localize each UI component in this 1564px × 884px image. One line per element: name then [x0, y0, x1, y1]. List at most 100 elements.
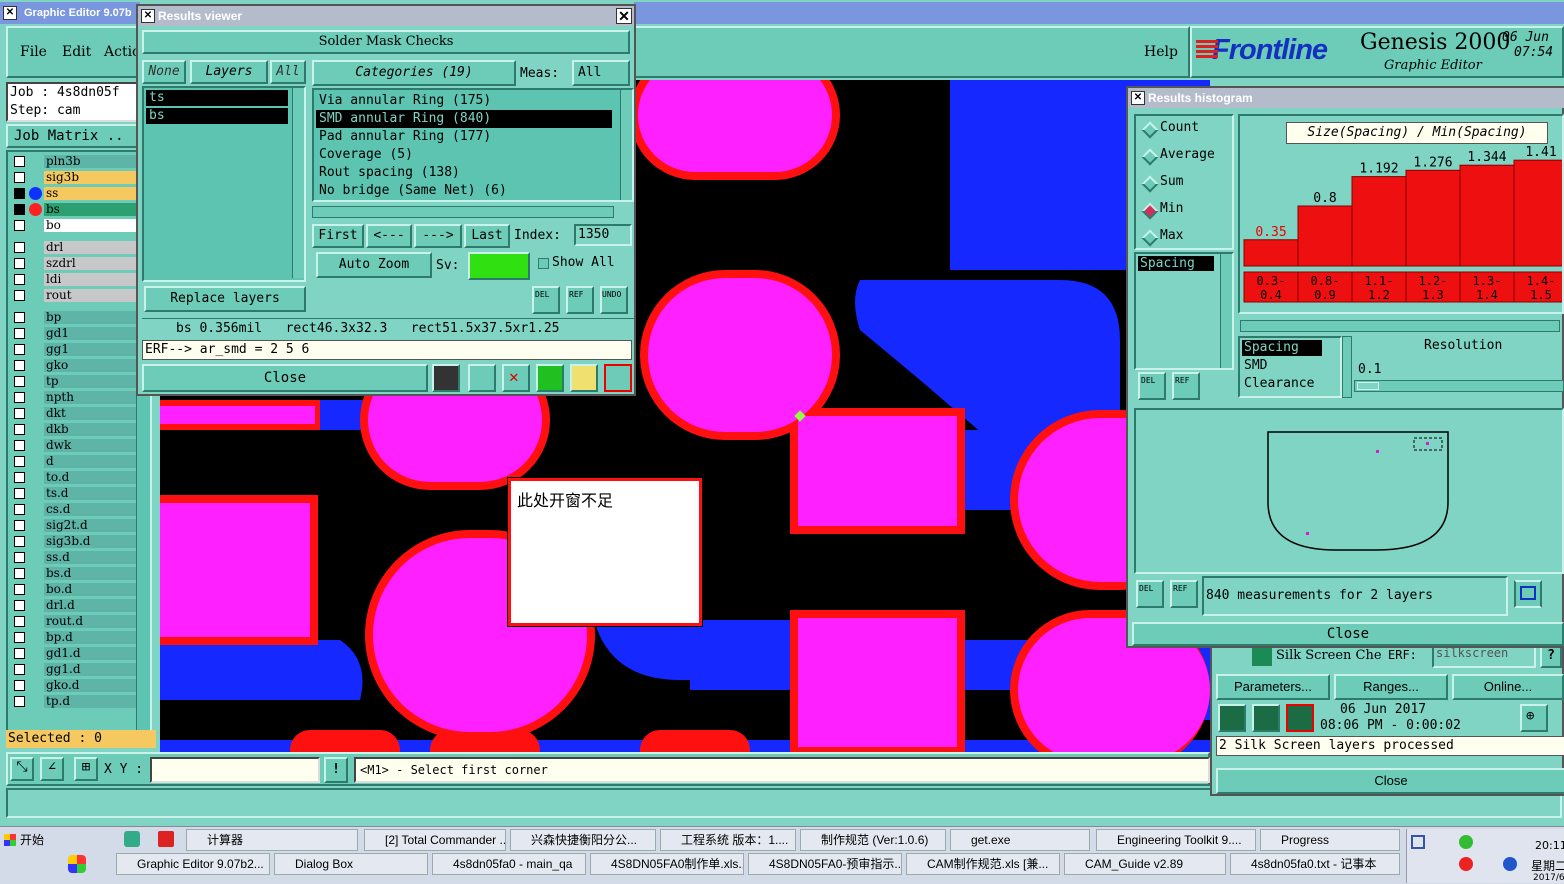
layer-checkbox[interactable]: [14, 172, 25, 183]
quick-launch-icon[interactable]: [68, 855, 86, 873]
layer-checkbox[interactable]: [14, 568, 25, 579]
grid-tool-button[interactable]: ⊞: [74, 757, 98, 781]
hist-del-button[interactable]: DEL: [1138, 372, 1166, 400]
silk-close-button[interactable]: Close: [1216, 768, 1564, 794]
option-radio-min[interactable]: [1141, 202, 1159, 220]
report-icon-1[interactable]: [432, 364, 460, 392]
menu-file[interactable]: File: [20, 44, 47, 60]
layer-checkbox[interactable]: [14, 220, 25, 231]
layer-checkbox[interactable]: [14, 584, 25, 595]
layer-checkbox[interactable]: [14, 344, 25, 355]
layer-row-ts-d[interactable]: ts.d: [10, 486, 136, 501]
layer-checkbox[interactable]: [14, 258, 25, 269]
taskbar-button[interactable]: 4S8DN05FA0制作单.xls...: [590, 853, 744, 875]
measure-type-scrollbar[interactable]: [1342, 336, 1352, 398]
histogram-title-bar[interactable]: ✕ Results histogram: [1128, 88, 1564, 108]
hint-button[interactable]: !: [324, 757, 348, 783]
layer-checkbox[interactable]: [14, 648, 25, 659]
replace-layers-menu[interactable]: Replace layers: [144, 286, 306, 312]
layer-row-tp[interactable]: tp: [10, 374, 136, 389]
layer-row-bo-d[interactable]: bo.d: [10, 582, 136, 597]
layer-row-gd1[interactable]: gd1: [10, 326, 136, 341]
counter-icon[interactable]: [536, 364, 564, 392]
run-icon-1[interactable]: [1218, 704, 1246, 732]
taskbar-button[interactable]: Dialog Box: [274, 853, 428, 875]
type-list-scrollbar[interactable]: [1220, 254, 1232, 368]
online-button[interactable]: Online...: [1452, 674, 1564, 700]
category-item[interactable]: No bridge (Same Net) (6): [316, 182, 612, 200]
quick-launch-icon-2[interactable]: [124, 831, 140, 847]
layer-row-ss[interactable]: ss: [10, 186, 136, 201]
layer-row-tp-d[interactable]: tp.d: [10, 694, 136, 709]
layer-checkbox[interactable]: [14, 488, 25, 499]
category-item[interactable]: Via annular Ring (175): [316, 92, 612, 110]
layer-row-gd1-d[interactable]: gd1.d: [10, 646, 136, 661]
sv-color-select[interactable]: [468, 252, 530, 280]
layer-checkbox[interactable]: [14, 392, 25, 403]
hist2-del-button[interactable]: DEL: [1136, 580, 1164, 608]
resolution-slider[interactable]: [1354, 380, 1564, 392]
del-button[interactable]: DEL: [532, 286, 560, 314]
layer-row-gko-d[interactable]: gko.d: [10, 678, 136, 693]
layer-checkbox[interactable]: [14, 328, 25, 339]
last-button[interactable]: Last: [464, 224, 510, 248]
layer-row-ldi[interactable]: ldi: [10, 272, 136, 287]
layer-checkbox[interactable]: [14, 504, 25, 515]
category-item[interactable]: Coverage (5): [316, 146, 612, 164]
layer-row-rout[interactable]: rout: [10, 288, 136, 303]
layer-checkbox[interactable]: [14, 456, 25, 467]
tray-icon-3[interactable]: [1459, 857, 1473, 871]
board-preview[interactable]: [1134, 408, 1564, 574]
layer-row-ss-d[interactable]: ss.d: [10, 550, 136, 565]
option-radio-average[interactable]: [1141, 148, 1159, 166]
run-icon-3[interactable]: [1286, 704, 1314, 732]
layer-row-rout-d[interactable]: rout.d: [10, 614, 136, 629]
layer-checkbox[interactable]: [14, 664, 25, 675]
histogram-icon[interactable]: [604, 364, 632, 392]
category-item[interactable]: Pad annular Ring (177): [316, 128, 612, 146]
category-scrollbar[interactable]: [620, 90, 632, 200]
tray-icon-1[interactable]: [1411, 835, 1425, 849]
option-radio-sum[interactable]: [1141, 175, 1159, 193]
index-input[interactable]: 1350: [574, 224, 632, 246]
taskbar-button[interactable]: [2] Total Commander ...: [364, 829, 506, 851]
erase-icon[interactable]: ✕: [502, 364, 530, 392]
pdf-icon[interactable]: [158, 831, 174, 847]
zoom-tool-button[interactable]: ⤡: [10, 757, 34, 781]
layer-checkbox[interactable]: [14, 242, 25, 253]
layer-checkbox[interactable]: [14, 632, 25, 643]
option-radio-max[interactable]: [1141, 229, 1159, 247]
layer-checkbox[interactable]: [14, 360, 25, 371]
results-viewer-title-bar[interactable]: ✕ Results viewer ✕: [138, 6, 634, 26]
layer-row-to-d[interactable]: to.d: [10, 470, 136, 485]
layers-all-button[interactable]: All: [270, 60, 306, 84]
taskbar-button[interactable]: 工程系统 版本：1....: [660, 829, 796, 851]
main-title-bar-right[interactable]: [634, 2, 1564, 24]
layers-none-button[interactable]: None: [142, 60, 186, 84]
result-layer-item[interactable]: bs: [146, 108, 288, 124]
layer-checkbox[interactable]: [14, 274, 25, 285]
layer-row-drl-d[interactable]: drl.d: [10, 598, 136, 613]
layer-row-bp-d[interactable]: bp.d: [10, 630, 136, 645]
layer-row-cs-d[interactable]: cs.d: [10, 502, 136, 517]
layer-checkbox[interactable]: [14, 520, 25, 531]
run-icon-2[interactable]: [1252, 704, 1280, 732]
histogram-bar[interactable]: [1405, 169, 1461, 267]
layer-row-gg1-d[interactable]: gg1.d: [10, 662, 136, 677]
layer-checkbox[interactable]: [14, 440, 25, 451]
meas-select[interactable]: All: [572, 60, 630, 86]
undo-button[interactable]: UNDO: [600, 286, 628, 314]
hist-ref-button[interactable]: REF: [1172, 372, 1200, 400]
layer-row-dkt[interactable]: dkt: [10, 406, 136, 421]
notes-icon[interactable]: [570, 364, 598, 392]
layer-checkbox[interactable]: [14, 424, 25, 435]
histogram-bar[interactable]: [1243, 239, 1299, 267]
hist2-ref-button[interactable]: REF: [1170, 580, 1198, 608]
prev-button[interactable]: <---: [366, 224, 412, 248]
results-close-button[interactable]: Close: [142, 364, 428, 392]
menu-actions[interactable]: Actio: [104, 44, 140, 60]
taskbar-button[interactable]: CAM制作规范.xls [兼...: [906, 853, 1060, 875]
taskbar-button[interactable]: Progress: [1260, 829, 1400, 851]
taskbar-button[interactable]: 制作规范 (Ver:1.0.6): [800, 829, 946, 851]
measure-type-item[interactable]: Clearance: [1242, 376, 1314, 392]
